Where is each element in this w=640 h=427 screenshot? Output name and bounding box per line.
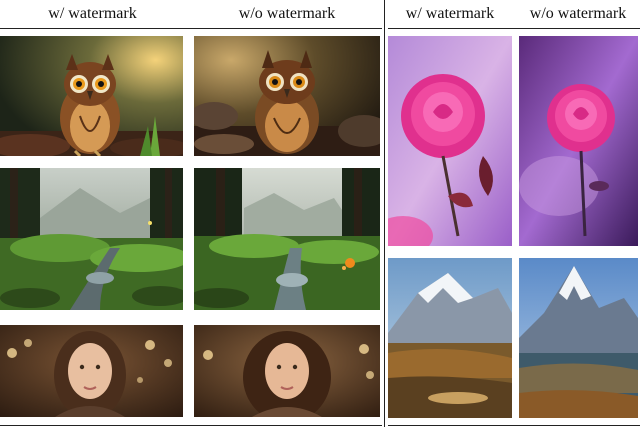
owl-image-without-watermark xyxy=(194,36,380,156)
forest-image-without-watermark xyxy=(194,168,380,310)
right-header-without-watermark: w/o watermark xyxy=(529,5,627,22)
left-header-rule xyxy=(0,28,382,29)
owl-image-with-watermark xyxy=(0,36,183,156)
rose-image-with-watermark xyxy=(388,36,512,246)
mountain-image-without-watermark xyxy=(519,258,638,418)
panel-divider xyxy=(384,0,385,427)
forest-image-with-watermark xyxy=(0,168,183,310)
portrait-image-without-watermark xyxy=(194,325,380,417)
right-bottom-rule xyxy=(388,425,640,426)
left-bottom-rule xyxy=(0,425,382,426)
right-header-with-watermark: w/ watermark xyxy=(405,5,495,22)
left-header-without-watermark: w/o watermark xyxy=(238,5,336,22)
portrait-image-with-watermark xyxy=(0,325,183,417)
rose-image-without-watermark xyxy=(519,36,638,246)
right-header-rule xyxy=(388,28,640,29)
mountain-image-with-watermark xyxy=(388,258,512,418)
left-header-with-watermark: w/ watermark xyxy=(48,5,137,22)
